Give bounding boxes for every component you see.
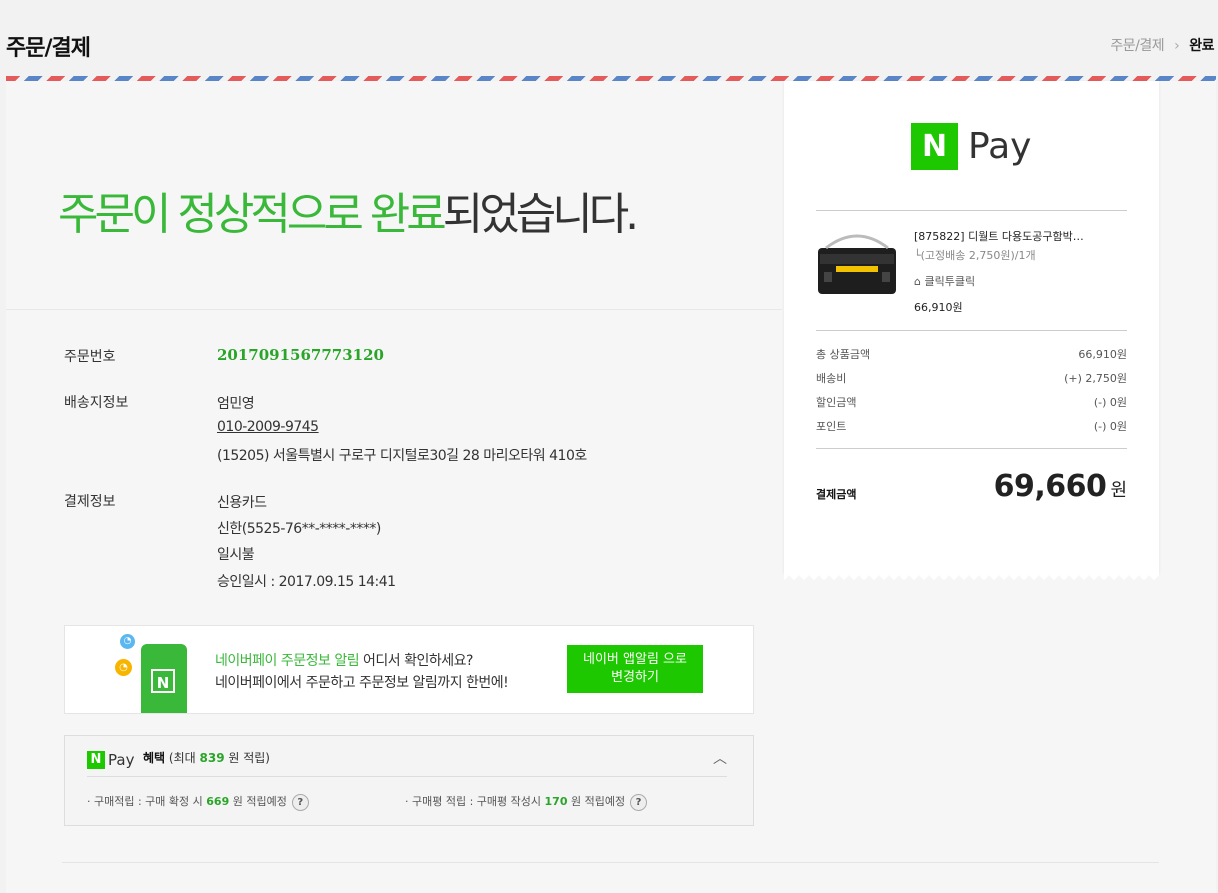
divider bbox=[816, 210, 1127, 211]
chevron-up-icon[interactable]: ︿ bbox=[713, 748, 727, 768]
help-icon[interactable]: ? bbox=[291, 794, 309, 811]
purchase-points-label: · 구매적립 : 구매 확정 시 bbox=[87, 795, 207, 808]
currency-label: 원 bbox=[1110, 480, 1127, 501]
notification-question: 어디서 확인하세요? bbox=[359, 653, 473, 669]
breadcrumb: 주문/결제 › 완료 bbox=[1110, 35, 1214, 55]
notification-text-line2: 네이버페이에서 주문하고 주문정보 알림까지 한번에! bbox=[215, 675, 509, 691]
bell-icon: ◔ bbox=[120, 634, 135, 649]
payment-amount: 69,660 원 bbox=[994, 469, 1127, 504]
divider bbox=[87, 776, 727, 777]
completion-message-highlight: 주문이 정상적으로 완료 bbox=[58, 189, 447, 240]
product-shipping: └(고정배송 2,750원)/1개 bbox=[914, 249, 1036, 262]
product-price: 66,910원 bbox=[914, 301, 963, 314]
naver-n-icon: N bbox=[911, 123, 958, 170]
review-points-value: 170 bbox=[544, 795, 568, 808]
benefit-title-pre: (최대 bbox=[165, 751, 200, 765]
approval-datetime: 승인일시 : 2017.09.15 14:41 bbox=[217, 574, 396, 590]
review-points-suffix: 원 적립예정 bbox=[567, 795, 626, 808]
naver-n-icon: N bbox=[87, 750, 105, 769]
notification-highlight: 네이버페이 주문정보 알림 bbox=[215, 653, 360, 669]
npay-logo: N Pay bbox=[911, 123, 1031, 170]
product-name[interactable]: [875822] 디월트 다용도공구함박… bbox=[914, 228, 1084, 244]
payment-receipt: N Pay [875822] 디월트 다용도공구함박… └(고정배송 2,750원… bbox=[784, 81, 1159, 573]
npay-benefit-panel: N Pay 혜택 (최대 839 원 적립) ︿ · 구매적립 : 구매 확정 시… bbox=[64, 735, 754, 826]
pay-logo-text: Pay bbox=[108, 750, 135, 769]
npay-logo: N Pay bbox=[87, 749, 134, 769]
receipt-torn-edge bbox=[784, 573, 1159, 583]
shipping-address: (15205) 서울특별시 구로구 디지털로30길 28 마리오타워 410호 bbox=[217, 448, 587, 464]
summary-value-points: (-) 0원 bbox=[1093, 420, 1127, 433]
summary-label-shipping: 배송비 bbox=[816, 372, 847, 385]
summary-label-total-product: 총 상품금액 bbox=[816, 348, 871, 361]
recipient-name: 엄민영 bbox=[217, 396, 255, 412]
breadcrumb-step-order: 주문/결제 bbox=[1110, 38, 1165, 54]
summary-label-discount: 할인금액 bbox=[816, 396, 857, 409]
summary-value-total-product: 66,910원 bbox=[1078, 348, 1127, 361]
summary-value-discount: (-) 0원 bbox=[1093, 396, 1127, 409]
bell-icon: ◔ bbox=[115, 659, 132, 676]
completion-message: 주문이 정상적으로 완료되었습니다. bbox=[58, 178, 639, 242]
notification-text-line1: 네이버페이 주문정보 알림 어디서 확인하세요? bbox=[215, 650, 473, 670]
order-number-label: 주문번호 bbox=[64, 349, 116, 365]
help-icon[interactable]: ? bbox=[630, 794, 648, 811]
shipping-info-label: 배송지정보 bbox=[64, 395, 129, 411]
divider bbox=[816, 448, 1127, 449]
divider bbox=[62, 862, 1159, 863]
benefit-title: 혜택 (최대 839 원 적립) bbox=[143, 749, 270, 766]
payment-amount-label: 결제금액 bbox=[816, 488, 857, 501]
purchase-points-item: · 구매적립 : 구매 확정 시 669 원 적립예정? bbox=[87, 793, 309, 811]
divider bbox=[816, 330, 1127, 331]
product-thumbnail[interactable] bbox=[816, 228, 898, 298]
change-to-app-notification-button[interactable]: 네이버 앱알림 으로 변경하기 bbox=[567, 645, 703, 693]
divider bbox=[6, 309, 782, 310]
naver-n-icon: N bbox=[151, 669, 175, 693]
store-link[interactable]: ⌂ 클릭투클릭 bbox=[914, 273, 975, 289]
summary-label-points: 포인트 bbox=[816, 420, 847, 433]
recipient-phone: 010-2009-9745 bbox=[217, 419, 319, 435]
purchase-points-value: 669 bbox=[206, 795, 230, 808]
card-info: 신한(5525-76**-****-****) bbox=[217, 521, 381, 537]
top-bar: 주문/결제 주문/결제 › 완료 bbox=[0, 0, 1218, 78]
benefit-title-post: 원 적립) bbox=[224, 751, 270, 765]
store-name: 클릭투클릭 bbox=[924, 275, 976, 288]
payment-amount-value: 69,660 bbox=[993, 469, 1107, 504]
phone-icon: N bbox=[141, 644, 187, 713]
breadcrumb-step-complete: 완료 bbox=[1189, 38, 1214, 54]
summary-value-shipping: (+) 2,750원 bbox=[1064, 372, 1127, 385]
installment-info: 일시불 bbox=[217, 547, 255, 563]
payment-method: 신용카드 bbox=[217, 495, 267, 511]
review-points-label: · 구매평 적립 : 구매평 작성시 bbox=[405, 795, 545, 808]
payment-info-label: 결제정보 bbox=[64, 494, 116, 510]
review-points-item: · 구매평 적립 : 구매평 작성시 170 원 적립예정? bbox=[405, 793, 648, 811]
chevron-right-icon: › bbox=[1174, 38, 1180, 54]
completion-message-rest: 되었습니다. bbox=[442, 189, 639, 240]
notification-banner: ◔ ◔ N 네이버페이 주문정보 알림 어디서 확인하세요? 네이버페이에서 주… bbox=[64, 625, 754, 714]
order-number: 2017091567773120 bbox=[217, 346, 384, 364]
benefit-title-label: 혜택 bbox=[143, 751, 166, 765]
pay-logo-text: Pay bbox=[968, 126, 1032, 167]
max-points: 839 bbox=[199, 751, 225, 765]
page-title: 주문/결제 bbox=[6, 36, 91, 61]
home-icon: ⌂ bbox=[914, 275, 921, 288]
purchase-points-suffix: 원 적립예정 bbox=[229, 795, 287, 808]
